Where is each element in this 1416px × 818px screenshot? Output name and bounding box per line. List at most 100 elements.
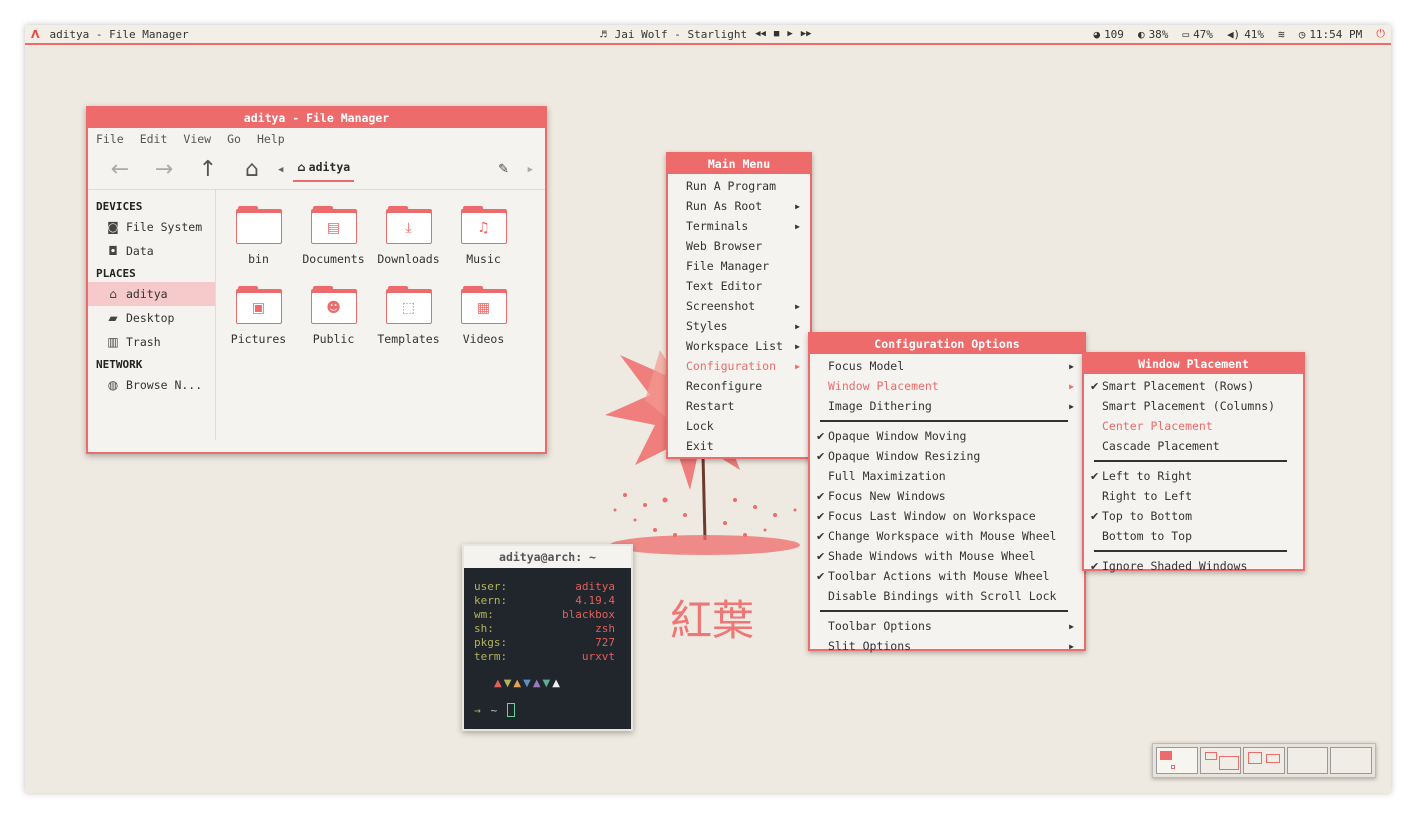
breadcrumb-left-icon[interactable]: ◀ <box>278 165 283 175</box>
menu-go[interactable]: Go <box>227 132 241 146</box>
menu-item-ignore-shaded[interactable]: ✔ Ignore Shaded Windows <box>1084 556 1303 576</box>
folder-templates[interactable]: ⬚ Templates <box>371 282 446 362</box>
menu-item-focus-new-windows[interactable]: ✔ Focus New Windows <box>810 486 1084 506</box>
workspace-1[interactable] <box>1156 747 1198 774</box>
menu-item-window-placement[interactable]: Window Placement ▶ <box>810 376 1084 396</box>
pencil-icon[interactable]: ✎ <box>498 162 509 177</box>
menu-item-cascade-placement[interactable]: Cascade Placement <box>1084 436 1303 456</box>
menu-help[interactable]: Help <box>257 132 285 146</box>
menu-item-workspace-list[interactable]: Workspace List ▶ <box>668 336 810 356</box>
sidebar-item-browse-network[interactable]: ◍ Browse N... <box>88 373 215 397</box>
menu-view[interactable]: View <box>183 132 211 146</box>
menu-item-label: Bottom to Top <box>1102 529 1193 543</box>
menu-item-smart-rows[interactable]: ✔ Smart Placement (Rows) <box>1084 376 1303 396</box>
battery-indicator: ▭ 47% <box>1182 28 1213 41</box>
menu-item-right-to-left[interactable]: Right to Left <box>1084 486 1303 506</box>
menu-item-toolbar-options[interactable]: Toolbar Options ▶ <box>810 616 1084 636</box>
home-icon[interactable]: ⌂ <box>230 157 274 182</box>
window-placement-menu: Window Placement ✔ Smart Placement (Rows)… <box>1082 352 1305 573</box>
folder-documents[interactable]: ▤ Documents <box>296 202 371 282</box>
menu-item-configuration[interactable]: Configuration ▶ <box>668 356 810 376</box>
sidebar-item-desktop[interactable]: ▰ Desktop <box>88 306 215 330</box>
prompt-arrow-icon: → <box>474 703 481 717</box>
downloads-folder-icon: ⤓ <box>385 206 432 244</box>
menu-item-shade-windows-wheel[interactable]: ✔ Shade Windows with Mouse Wheel <box>810 546 1084 566</box>
info-value: 727 <box>595 636 615 649</box>
terminal-title[interactable]: aditya@arch: ~ <box>464 546 631 568</box>
menu-item-change-workspace-wheel[interactable]: ✔ Change Workspace with Mouse Wheel <box>810 526 1084 546</box>
file-label: Pictures <box>230 332 287 346</box>
sidebar-item-data[interactable]: ◘ Data <box>88 239 215 263</box>
menu-item-run-a-program[interactable]: Run A Program <box>668 176 810 196</box>
volume-indicator[interactable]: ◀) 41% <box>1227 28 1264 41</box>
power-icon[interactable]: ⏻ <box>1376 27 1385 41</box>
menu-item-image-dithering[interactable]: Image Dithering ▶ <box>810 396 1084 416</box>
menu-item-smart-columns[interactable]: Smart Placement (Columns) <box>1084 396 1303 416</box>
play-icon[interactable]: ▶ <box>787 29 792 39</box>
folder-bin[interactable]: bin <box>221 202 296 282</box>
submenu-arrow-icon: ▶ <box>795 341 800 351</box>
wifi-icon[interactable]: ≋ <box>1278 28 1285 41</box>
sidebar-item-trash[interactable]: ▥ Trash <box>88 330 215 354</box>
stop-icon[interactable]: ■ <box>774 29 779 39</box>
menu-item-focus-last-window[interactable]: ✔ Focus Last Window on Workspace <box>810 506 1084 526</box>
workspace-4[interactable] <box>1286 747 1329 774</box>
folder-public[interactable]: ☻ Public <box>296 282 371 362</box>
menu-item-exit[interactable]: Exit <box>668 436 810 456</box>
home-icon: ⌂ <box>297 159 306 174</box>
menu-item-toolbar-actions-wheel[interactable]: ✔ Toolbar Actions with Mouse Wheel <box>810 566 1084 586</box>
menu-item-disable-bindings-scroll-lock[interactable]: Disable Bindings with Scroll Lock <box>810 586 1084 606</box>
previous-track-icon[interactable]: ◀◀ <box>755 29 766 39</box>
workspace-2[interactable] <box>1199 747 1242 774</box>
back-arrow-icon[interactable]: ← <box>98 157 142 182</box>
menu-item-opaque-resizing[interactable]: ✔ Opaque Window Resizing <box>810 446 1084 466</box>
sidebar-item-aditya[interactable]: ⌂ aditya <box>88 282 215 306</box>
folder-pictures[interactable]: ▣ Pictures <box>221 282 296 362</box>
workspace-5[interactable] <box>1330 747 1372 774</box>
file-manager-window[interactable]: aditya - File Manager File Edit View Go … <box>86 106 547 454</box>
menu-item-screenshot[interactable]: Screenshot ▶ <box>668 296 810 316</box>
menu-item-terminals[interactable]: Terminals ▶ <box>668 216 810 236</box>
folder-videos[interactable]: ▦ Videos <box>446 282 521 362</box>
sidebar-item-file-system[interactable]: ◙ File System <box>88 215 215 239</box>
menu-item-run-as-root[interactable]: Run As Root ▶ <box>668 196 810 216</box>
menu-item-center-placement[interactable]: Center Placement <box>1084 416 1303 436</box>
terminal-window[interactable]: aditya@arch: ~ user: aditya kern: 4.19.4 w… <box>462 544 633 731</box>
arch-logo-icon[interactable]: Λ <box>31 28 40 41</box>
breadcrumb[interactable]: ⌂ aditya <box>293 158 355 182</box>
menu-file[interactable]: File <box>96 132 124 146</box>
menu-item-opaque-moving[interactable]: ✔ Opaque Window Moving <box>810 426 1084 446</box>
menu-item-full-maximization[interactable]: Full Maximization <box>810 466 1084 486</box>
menu-item-lock[interactable]: Lock <box>668 416 810 436</box>
menu-item-slit-options[interactable]: Slit Options ▶ <box>810 636 1084 656</box>
menu-item-file-manager[interactable]: File Manager <box>668 256 810 276</box>
menu-item-restart[interactable]: Restart <box>668 396 810 416</box>
shell-prompt[interactable]: → ~ <box>464 689 631 717</box>
menu-item-label: File Manager <box>686 259 770 273</box>
menu-item-left-to-right[interactable]: ✔ Left to Right <box>1084 466 1303 486</box>
workspace-3[interactable] <box>1243 747 1285 774</box>
info-row: user: aditya <box>464 580 631 594</box>
clock-value: 11:54 PM <box>1309 27 1363 41</box>
folder-music[interactable]: ♫ Music <box>446 202 521 282</box>
pictures-folder-icon: ▣ <box>235 286 282 324</box>
checkmark-icon: ✔ <box>1090 379 1100 393</box>
sidebar: DEVICES ◙ File System ◘ Data PLACES ⌂ adity… <box>88 190 216 440</box>
menu-item-web-browser[interactable]: Web Browser <box>668 236 810 256</box>
info-value: blackbox <box>562 608 615 621</box>
next-track-icon[interactable]: ▶▶ <box>801 29 812 39</box>
window-title[interactable]: aditya - File Manager <box>88 108 545 128</box>
menu-item-styles[interactable]: Styles ▶ <box>668 316 810 336</box>
forward-arrow-icon[interactable]: → <box>142 157 186 182</box>
up-arrow-icon[interactable]: ↑ <box>186 157 230 182</box>
menu-item-focus-model[interactable]: Focus Model ▶ <box>810 356 1084 376</box>
breadcrumb-right-icon[interactable]: ▶ <box>528 165 533 175</box>
menu-item-top-to-bottom[interactable]: ✔ Top to Bottom <box>1084 506 1303 526</box>
menu-edit[interactable]: Edit <box>140 132 168 146</box>
menu-item-reconfigure[interactable]: Reconfigure <box>668 376 810 396</box>
menu-item-bottom-to-top[interactable]: Bottom to Top <box>1084 526 1303 546</box>
folder-downloads[interactable]: ⤓ Downloads <box>371 202 446 282</box>
menu-item-text-editor[interactable]: Text Editor <box>668 276 810 296</box>
templates-folder-icon: ⬚ <box>385 286 432 324</box>
sidebar-item-label: File System <box>126 220 203 234</box>
